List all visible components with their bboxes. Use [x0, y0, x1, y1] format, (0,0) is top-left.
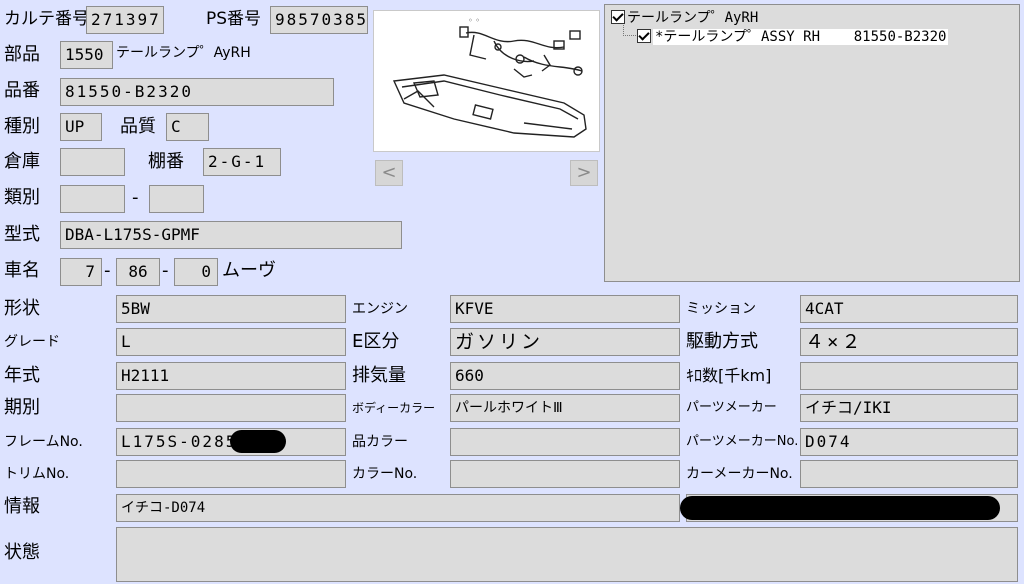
- parts-maker-no-field[interactable]: D074: [800, 428, 1018, 456]
- shamei-dash-2: -: [162, 260, 169, 281]
- shamei-field-3[interactable]: 0: [174, 258, 218, 286]
- status-field[interactable]: [116, 527, 1018, 582]
- car-maker-no-field[interactable]: [800, 460, 1018, 488]
- shubetsu-field[interactable]: UP: [60, 113, 102, 141]
- shamei-dash-1: -: [104, 260, 111, 281]
- photo-next-button[interactable]: >: [570, 160, 598, 186]
- shape-field[interactable]: 5BW: [116, 295, 346, 323]
- status-label: 状態: [4, 542, 40, 563]
- mileage-label: ｷﾛ数[千km]: [686, 366, 772, 385]
- mission-field[interactable]: 4CAT: [800, 295, 1018, 323]
- parts-maker-field[interactable]: イチコ/IKI: [800, 394, 1018, 422]
- quality-label: 品質: [120, 116, 156, 137]
- ps-number-field[interactable]: 98570385: [270, 6, 368, 34]
- fuel-type-field[interactable]: ガソリン: [450, 328, 680, 356]
- grade-label: グレード: [4, 334, 60, 350]
- part-label: 部品: [4, 44, 40, 65]
- shamei-field-1[interactable]: 7: [60, 258, 102, 286]
- hinban-field[interactable]: 81550-B2320: [60, 78, 334, 106]
- tanaban-field[interactable]: 2-G-1: [203, 148, 281, 176]
- engine-field[interactable]: KFVE: [450, 295, 680, 323]
- photo-prev-button[interactable]: <: [375, 160, 403, 186]
- shape-label: 形状: [4, 298, 40, 319]
- tanaban-label: 棚番: [148, 151, 184, 172]
- drive-type-field[interactable]: ４×２: [800, 328, 1018, 356]
- displacement-label: 排気量: [352, 365, 406, 386]
- redaction-mark: [680, 496, 1000, 520]
- shubetsu-label: 種別: [4, 116, 40, 137]
- drive-type-label: 駆動方式: [686, 331, 758, 352]
- tree-child-label: *テールランプ゜ASSY RH 81550-B2320: [653, 29, 949, 45]
- checkbox-checked-icon[interactable]: [611, 10, 625, 24]
- tree-root-label: テールランプ゜AyRH: [627, 10, 759, 26]
- parts-maker-no-label: パーツメーカーNo.: [686, 434, 799, 449]
- katashiki-field[interactable]: DBA-L175S-GPMF: [60, 221, 402, 249]
- checkbox-checked-icon[interactable]: [637, 29, 651, 43]
- ruibetsu-dash: -: [132, 187, 139, 208]
- soko-label: 倉庫: [4, 151, 40, 172]
- quality-field[interactable]: C: [166, 113, 209, 141]
- part-name-text: テールランプ゜AyRH: [116, 45, 251, 61]
- body-color-field[interactable]: パールホワイトⅢ: [450, 394, 680, 422]
- info-label: 情報: [4, 496, 40, 517]
- trim-no-label: トリムNo.: [4, 466, 70, 482]
- car-maker-no-label: カーメーカーNo.: [686, 466, 793, 482]
- mileage-field[interactable]: [800, 362, 1018, 390]
- hinban-label: 品番: [4, 80, 40, 101]
- taillamp-drawing: ◦ ◦: [392, 16, 587, 138]
- svg-text:◦ ◦: ◦ ◦: [468, 16, 480, 25]
- parts-maker-label: パーツメーカー: [686, 400, 777, 415]
- period-label: 期別: [4, 397, 40, 418]
- body-color-label: ボディーカラー: [352, 401, 436, 415]
- color-no-label: カラーNo.: [352, 466, 418, 482]
- frame-no-label: フレームNo.: [4, 434, 83, 450]
- parts-tree[interactable]: テールランプ゜AyRH *テールランプ゜ASSY RH 81550-B2320: [604, 4, 1020, 282]
- katashiki-label: 型式: [4, 224, 40, 245]
- year-field[interactable]: H2111: [116, 362, 346, 390]
- ruibetsu-field-1[interactable]: [60, 185, 125, 213]
- car-name-text: ムーヴ: [222, 260, 276, 281]
- tree-connector: [623, 25, 636, 36]
- part-color-label: 品カラー: [352, 434, 408, 450]
- color-no-field[interactable]: [450, 460, 680, 488]
- part-photo: ◦ ◦: [373, 10, 600, 152]
- karte-number-label: カルテ番号: [4, 9, 89, 29]
- year-label: 年式: [4, 365, 40, 386]
- tree-child-node[interactable]: *テールランプ゜ASSY RH 81550-B2320: [637, 28, 949, 46]
- ruibetsu-field-2[interactable]: [149, 185, 204, 213]
- soko-field[interactable]: [60, 148, 125, 176]
- shamei-field-2[interactable]: 86: [116, 258, 160, 286]
- fuel-type-label: E区分: [352, 331, 400, 352]
- karte-number-field[interactable]: 271397: [86, 6, 164, 34]
- part-color-field[interactable]: [450, 428, 680, 456]
- displacement-field[interactable]: 660: [450, 362, 680, 390]
- shamei-label: 車名: [4, 260, 40, 281]
- part-code-field[interactable]: 1550: [60, 41, 113, 69]
- engine-label: エンジン: [352, 301, 408, 317]
- period-field[interactable]: [116, 394, 346, 422]
- grade-field[interactable]: L: [116, 328, 346, 356]
- ruibetsu-label: 類別: [4, 187, 40, 208]
- mission-label: ミッション: [686, 301, 756, 317]
- ps-number-label: PS番号: [206, 9, 262, 29]
- info-field[interactable]: イチコ-D074: [116, 494, 680, 522]
- trim-no-field[interactable]: [116, 460, 346, 488]
- redaction-mark: [230, 430, 286, 453]
